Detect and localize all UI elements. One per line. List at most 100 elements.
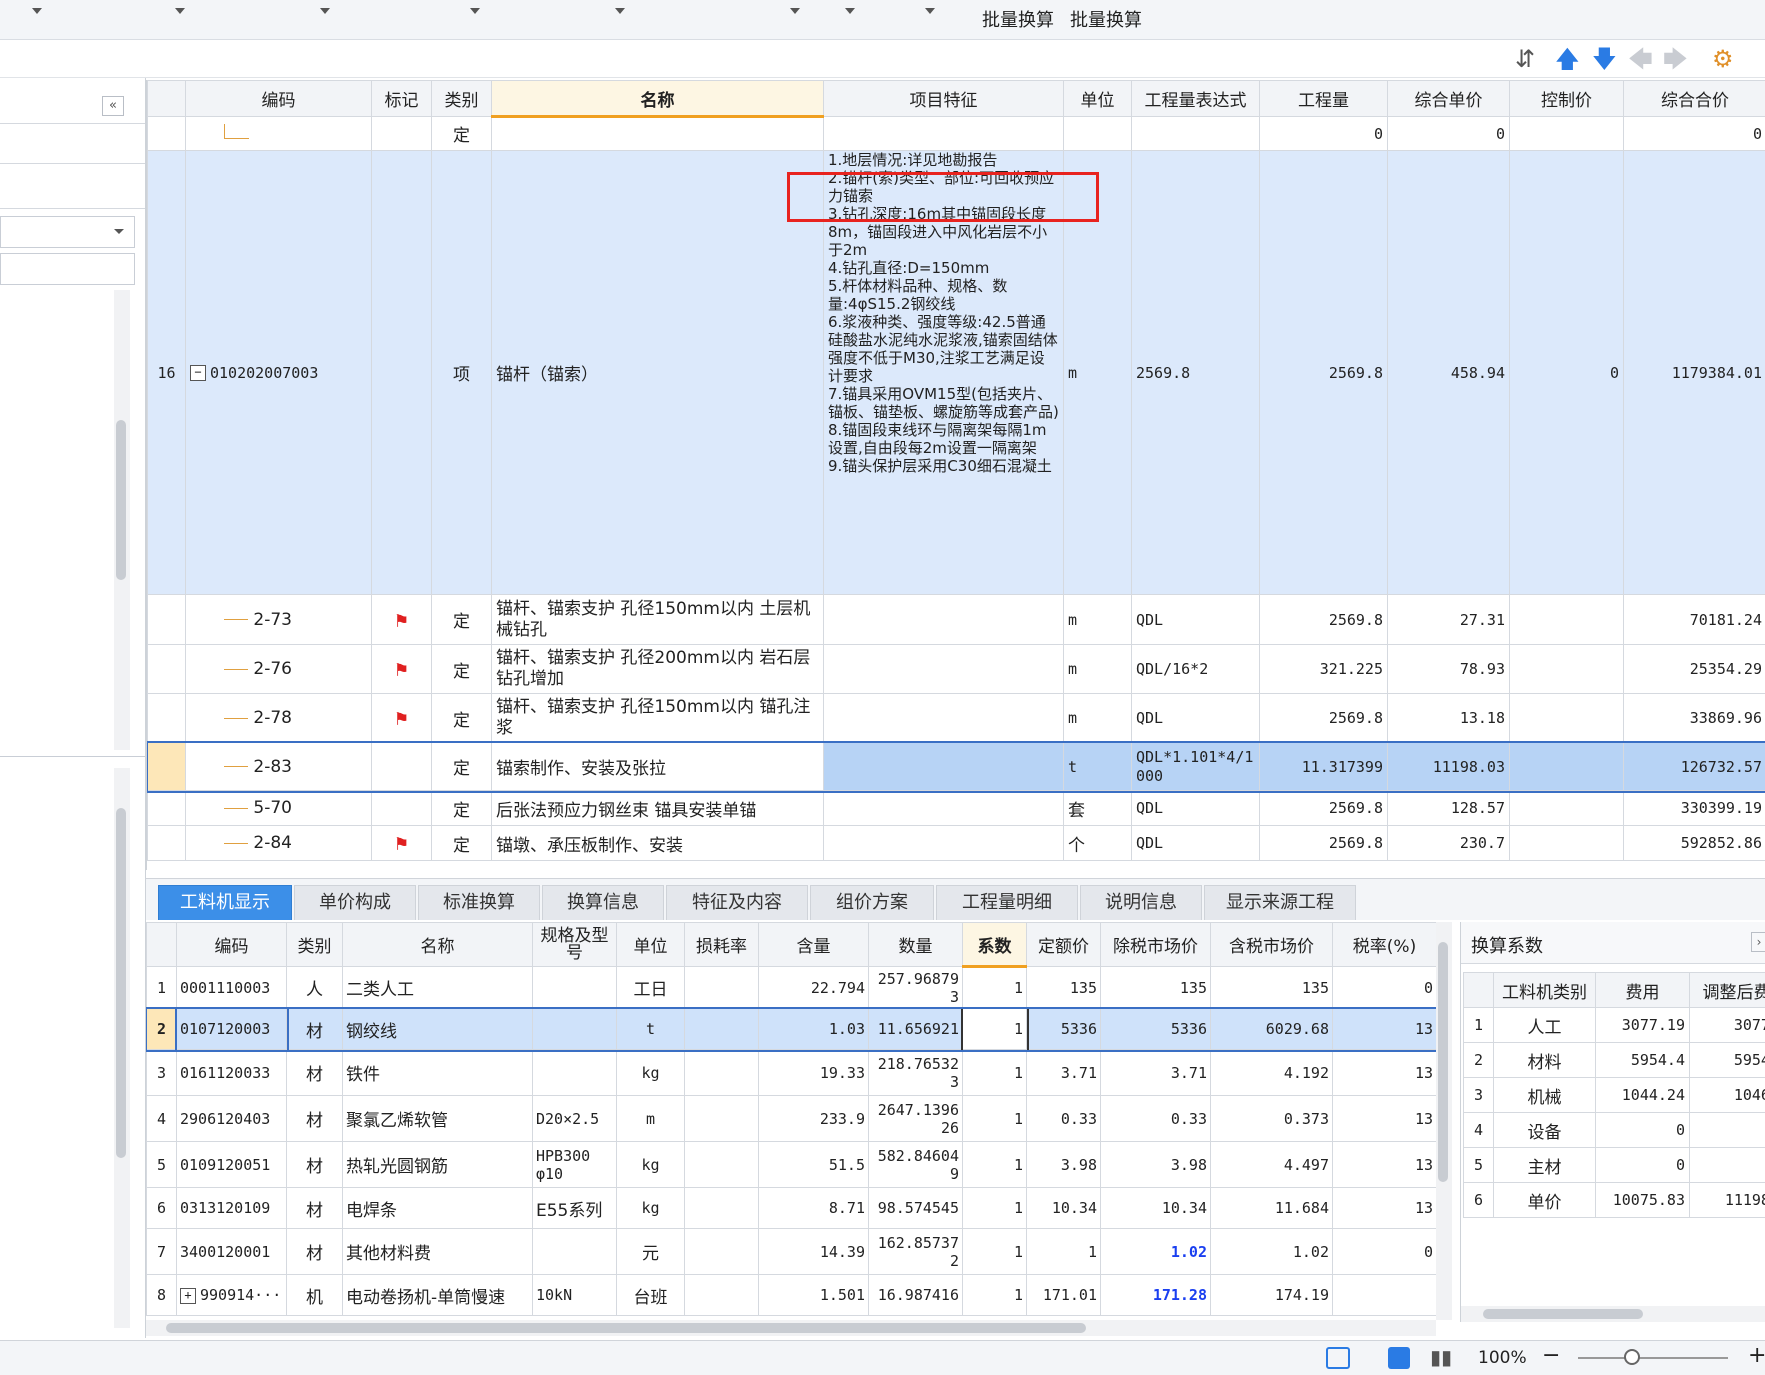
scroll-thumb[interactable] [166, 1323, 1086, 1333]
table-row[interactable]: 2-84 ⚑ 定 锚墩、承压板制作、安装 个 QDL 2569.8 230.7 … [147, 825, 1765, 861]
table-row[interactable]: 2材料5954.45954. [1463, 1042, 1765, 1078]
scroll-thumb[interactable] [1483, 1309, 1643, 1319]
col-name[interactable]: 名称 [491, 80, 824, 118]
tab-conversion-info[interactable]: 换算信息 [542, 885, 664, 920]
move-right-icon[interactable]: 🡆 [1663, 46, 1688, 72]
tab-description[interactable]: 说明信息 [1080, 885, 1202, 920]
settings-icon[interactable]: ⚙ [1712, 46, 1734, 72]
tab-pricing-plan[interactable]: 组价方案 [810, 885, 934, 920]
flag-icon[interactable]: ⚑ [395, 608, 407, 632]
col-type[interactable]: 类别 [286, 922, 343, 967]
layout-icon-2[interactable] [1388, 1347, 1410, 1369]
col-content[interactable]: 含量 [758, 922, 869, 967]
col-unit[interactable]: 单位 [1063, 80, 1132, 117]
zoom-in-icon[interactable]: + [1748, 1343, 1765, 1368]
table-row[interactable]: 6单价10075.8311198. [1463, 1182, 1765, 1218]
table-row[interactable]: 5 主材 0 [1463, 1147, 1765, 1183]
expand-icon[interactable]: + [180, 1287, 196, 1304]
col-total[interactable]: 综合合价 [1623, 80, 1765, 117]
col-features[interactable]: 项目特征 [823, 80, 1064, 117]
table-row[interactable]: 7 3400120001 材 其他材料费 元 14.39 162.857372 … [146, 1228, 1436, 1275]
coef-horizontal-scrollbar[interactable] [1461, 1306, 1765, 1322]
col-spec[interactable]: 规格及型号 [532, 922, 617, 967]
table-row[interactable]: 3机械1044.241046. [1463, 1077, 1765, 1113]
dropdown-arrow-icon[interactable] [790, 8, 800, 14]
collapse-icon[interactable]: « [102, 96, 124, 116]
table-row[interactable]: 1 0001110003 人 二类人工 工日 22.794 257.968793… [146, 966, 1436, 1009]
col-code[interactable]: 编码 [176, 922, 287, 967]
table-row[interactable]: 定 0 0 0 [147, 116, 1765, 151]
zoom-slider-handle[interactable] [1624, 1349, 1640, 1365]
move-up-icon[interactable]: 🡅 [1555, 46, 1580, 72]
col-expr[interactable]: 工程量表达式 [1131, 80, 1260, 117]
table-row[interactable]: 4 设备 0 [1463, 1112, 1765, 1148]
table-row-selected[interactable]: 2 0107120003 材 钢绞线 t 1.03 11.656921 1 53… [146, 1006, 1436, 1052]
left-scrollbar[interactable] [114, 290, 130, 750]
dropdown-arrow-icon[interactable] [470, 8, 480, 14]
flag-icon[interactable]: ⚑ [395, 706, 407, 730]
table-row-selected[interactable]: 2-83 定 锚索制作、安装及张拉 t QDL*1.101*4/1000 11.… [147, 740, 1765, 793]
dropdown-arrow-icon[interactable] [32, 8, 42, 14]
table-row[interactable]: 1人工3077.193077. [1463, 1007, 1765, 1043]
dropdown-arrow-icon[interactable] [925, 8, 935, 14]
item-name[interactable]: 锚杆（锚索） [491, 150, 824, 595]
dropdown-arrow-icon[interactable] [175, 8, 185, 14]
batch-convert-button-1[interactable]: 批量换算 [982, 6, 1054, 32]
table-row[interactable]: 4 2906120403 材 聚氯乙烯软管 D20×2.5 m 233.9 26… [146, 1095, 1436, 1142]
col-code[interactable]: 编码 [185, 80, 372, 117]
table-row[interactable]: 2-73 ⚑ 定 锚杆、锚索支护 孔径150mm以内 土层机械钻孔 m QDL … [147, 594, 1765, 645]
table-row[interactable]: 2-78 ⚑ 定 锚杆、锚索支护 孔径150mm以内 锚孔注浆 m QDL 25… [147, 693, 1765, 743]
layout-icon-1[interactable] [1326, 1347, 1350, 1369]
bottom-vertical-scrollbar[interactable] [1436, 922, 1452, 1320]
col-name[interactable]: 名称 [342, 922, 533, 967]
col-qty[interactable]: 工程量 [1259, 80, 1388, 117]
col-quota[interactable]: 定额价 [1026, 922, 1101, 967]
collapse-icon[interactable]: › [1751, 932, 1765, 952]
sort-icon[interactable]: ⇵ [1515, 46, 1535, 72]
tab-source-project[interactable]: 显示来源工程 [1204, 885, 1356, 920]
scroll-thumb[interactable] [116, 808, 126, 1158]
col-coef[interactable]: 系数 [962, 922, 1027, 968]
dropdown-arrow-icon[interactable] [845, 8, 855, 14]
dropdown-arrow-icon[interactable] [320, 8, 330, 14]
col-taxrate[interactable]: 税率(%) [1332, 922, 1436, 967]
col-type[interactable]: 类别 [431, 80, 492, 117]
move-left-icon[interactable]: 🡄 [1628, 46, 1653, 72]
tab-quantity-detail[interactable]: 工程量明细 [936, 885, 1078, 920]
move-down-icon[interactable]: 🡇 [1592, 46, 1617, 72]
table-row[interactable]: 2-76 ⚑ 定 锚杆、锚索支护 孔径200mm以内 岩石层钻孔增加 m QDL… [147, 644, 1765, 694]
left-scrollbar-2[interactable] [114, 768, 130, 1328]
table-row[interactable]: 5 0109120051 材 热轧光圆钢筋 HPB300 φ10 kg 51.5… [146, 1141, 1436, 1188]
table-row[interactable]: 6 0313120109 材 电焊条 E55系列 kg 8.71 98.5745… [146, 1187, 1436, 1229]
col-unit[interactable]: 单位 [616, 922, 685, 967]
col-price[interactable]: 综合单价 [1387, 80, 1510, 117]
filter-select[interactable] [0, 216, 135, 248]
tab-materials[interactable]: 工料机显示 [158, 885, 292, 920]
coef-edit-cell[interactable]: 1 [960, 1006, 1029, 1052]
tab-price-composition[interactable]: 单价构成 [294, 885, 416, 920]
table-row[interactable]: 3 0161120033 材 铁件 kg 19.33 218.765323 1 … [146, 1049, 1436, 1096]
dropdown-arrow-icon[interactable] [615, 8, 625, 14]
bottom-horizontal-scrollbar[interactable] [146, 1320, 1436, 1336]
col-mark[interactable]: 标记 [371, 80, 432, 117]
col-loss[interactable]: 损耗率 [684, 922, 759, 967]
table-row[interactable]: 5-70 定 后张法预应力钢丝束 锚具安装单锚 套 QDL 2569.8 128… [147, 790, 1765, 826]
zoom-out-icon[interactable]: − [1542, 1343, 1560, 1368]
col-market[interactable]: 除税市场价 [1100, 922, 1211, 967]
search-input[interactable] [0, 253, 135, 285]
batch-convert-button-2[interactable]: 批量换算 [1070, 6, 1142, 32]
tab-standard-conversion[interactable]: 标准换算 [418, 885, 540, 920]
flag-icon[interactable]: ⚑ [395, 831, 407, 855]
item-code[interactable]: −010202007003 [185, 150, 372, 595]
col-taxmarket[interactable]: 含税市场价 [1210, 922, 1333, 967]
table-row[interactable]: 8 +990914··· 机 电动卷扬机-单筒慢速 10kN 台班 1.501 … [146, 1274, 1436, 1316]
scroll-thumb[interactable] [1438, 942, 1448, 1182]
zoom-slider[interactable] [1578, 1357, 1728, 1359]
layout-icon-3[interactable]: ▮▮ [1430, 1345, 1452, 1369]
collapse-icon[interactable]: − [190, 365, 206, 381]
flag-icon[interactable]: ⚑ [395, 657, 407, 681]
col-qty[interactable]: 数量 [868, 922, 963, 967]
col-ctrl[interactable]: 控制价 [1509, 80, 1624, 117]
scroll-thumb[interactable] [116, 420, 126, 580]
tab-features-content[interactable]: 特征及内容 [666, 885, 808, 920]
